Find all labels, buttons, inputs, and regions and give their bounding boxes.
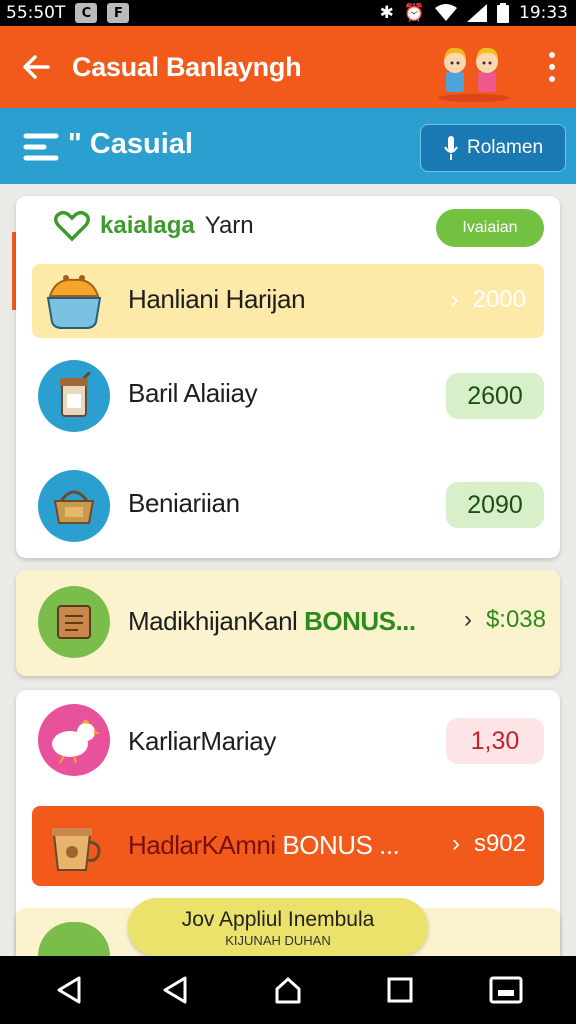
bonus-card-text: MadikhijanKanl BONUS... [128,606,416,637]
toast-subtitle: KIJUNAH DUHAN [225,933,331,948]
status-left-text: 55:50T [6,3,66,23]
bonus-card[interactable]: MadikhijanKanl BONUS... › $:038 [16,570,560,676]
back-button[interactable] [0,26,72,108]
list-item[interactable]: Beniariian 2090 [32,466,544,546]
value-pill: 2090 [446,482,544,528]
list-item-name: KarliarMariay [128,726,276,756]
mic-button-label: Rolamen [466,137,544,158]
status-bar: 55:50T C F ✱ ⏰ 19:33 [0,0,576,26]
recents-icon [387,977,413,1003]
chevron-right-icon: › [463,606,472,633]
nav-back-alt-button[interactable] [158,972,194,1008]
list-item-value-group: › 2000 [451,286,526,314]
cooking-pot-icon [46,275,102,329]
mic-button[interactable]: Rolamen [420,124,566,172]
toast-title: Jov Appliul Inembula [181,908,375,931]
bonus-row-name: HadlarKAmni [128,830,276,860]
heart-icon [54,210,90,242]
nav-back-icon [57,976,81,1004]
wifi-icon [435,4,457,21]
bonus-row-label: BONUS ... [282,830,400,860]
bonus-value: $:038 [485,606,546,633]
bonus-row-text: HadlarKAmni BONUS ... [128,830,400,861]
next-card-icon [38,922,110,956]
nav-home-button[interactable] [270,972,306,1008]
coffee-cup-icon [52,828,101,871]
app-title: Casual Banlayngh [72,51,302,82]
list-item-name: Hanliani Harijan [128,284,306,314]
toast-message: Jov Appliul Inembula KIJUNAH DUHAN [128,898,428,956]
nav-recents-button[interactable] [382,972,418,1008]
bonus-value-group: › $:038 [464,606,546,634]
sub-header: " Casuial Rolamen [0,108,576,184]
value-pill: 2600 [446,373,544,419]
back-arrow-icon [23,55,50,79]
list-item[interactable]: KarliarMariay 1,30 [32,704,544,778]
card-header-sublabel: Yarn [204,212,254,239]
ledger-icon [38,586,110,658]
list-item-name: Baril Alaiiay [128,378,258,408]
basket-icon [38,470,110,542]
bluetooth-icon: ✱ [379,3,394,23]
notification-c-icon: C [75,3,98,23]
home-icon [275,977,301,1004]
nav-triangle-icon [163,976,187,1004]
more-options-icon[interactable] [546,52,558,82]
section-title: " Casuial [68,128,193,160]
list-item-name: Beniariian [128,488,240,518]
card-header: kaialaga Yarn [54,210,254,242]
chevron-right-icon: › [451,830,460,857]
microphone-icon [444,136,458,160]
jar-icon [38,360,110,432]
card-header-label: kaialaga [100,212,195,239]
list-item[interactable]: Hanliani Harijan › 2000 [32,264,544,338]
list-item[interactable]: Baril Alaiiay 2600 [32,356,544,436]
app-bar: Casual Banlayngh [0,26,576,108]
nav-screenshot-button[interactable] [488,972,524,1008]
chevron-right-icon: › [450,286,459,313]
list-item-value: 2000 [472,286,526,313]
battery-icon [497,3,509,23]
value-pill: 1,30 [446,718,544,764]
menu-icon[interactable] [22,132,60,162]
bonus-label: BONUS... [304,606,416,636]
chicken-icon [38,704,110,776]
navigation-bar [0,956,576,1024]
signal-icon [467,4,487,22]
status-badge[interactable]: Ivaiaian [436,209,544,247]
screenshot-icon [489,976,523,1004]
summary-card: kaialaga Yarn Ivaiaian Hanliani Harijan … [16,196,560,558]
nav-back-button[interactable] [52,972,88,1008]
notification-f-icon: F [107,3,130,23]
alarm-icon: ⏰ [403,3,425,23]
bonus-card-name: MadikhijanKanl [128,606,298,636]
status-time: 19:33 [519,3,568,23]
kids-mascot-icon [438,47,510,102]
bonus-row-value: s902 [473,830,526,857]
bonus-row-value-group: › s902 [452,830,526,858]
bonus-row[interactable]: HadlarKAmni BONUS ... › s902 [32,806,544,886]
